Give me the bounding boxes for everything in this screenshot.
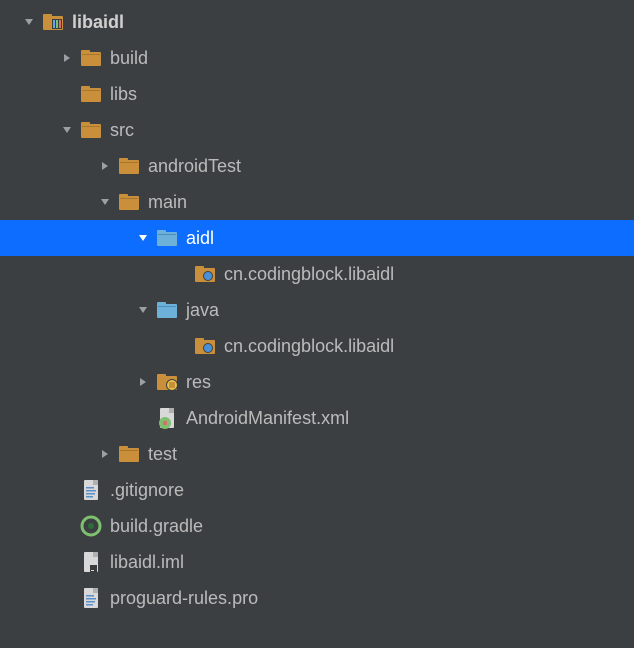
folder-icon bbox=[80, 83, 102, 105]
text-file-icon bbox=[80, 587, 102, 609]
folder-icon bbox=[80, 47, 102, 69]
expand-arrow-right-icon[interactable] bbox=[98, 159, 112, 173]
tree-item[interactable]: proguard-rules.pro bbox=[0, 580, 634, 616]
source-folder-icon bbox=[156, 227, 178, 249]
tree-item-label: test bbox=[148, 444, 177, 465]
tree-item[interactable]: libs bbox=[0, 76, 634, 112]
tree-item-label: .gitignore bbox=[110, 480, 184, 501]
folder-icon bbox=[118, 443, 140, 465]
folder-icon bbox=[118, 155, 140, 177]
text-file-icon bbox=[80, 479, 102, 501]
tree-item-label: src bbox=[110, 120, 134, 141]
expand-arrow-down-icon[interactable] bbox=[136, 231, 150, 245]
tree-item-label: java bbox=[186, 300, 219, 321]
tree-item-label: libs bbox=[110, 84, 137, 105]
tree-item-label: androidTest bbox=[148, 156, 241, 177]
expand-arrow-down-icon[interactable] bbox=[98, 195, 112, 209]
expand-arrow-down-icon[interactable] bbox=[136, 303, 150, 317]
package-icon bbox=[194, 263, 216, 285]
tree-item-label: res bbox=[186, 372, 211, 393]
tree-item[interactable]: test bbox=[0, 436, 634, 472]
tree-item-label: main bbox=[148, 192, 187, 213]
tree-item-label: libaidl bbox=[72, 12, 124, 33]
iml-file-icon bbox=[80, 551, 102, 573]
tree-item-label: build bbox=[110, 48, 148, 69]
tree-item[interactable]: libaidl bbox=[0, 4, 634, 40]
tree-item-label: AndroidManifest.xml bbox=[186, 408, 349, 429]
tree-item[interactable]: androidTest bbox=[0, 148, 634, 184]
tree-item[interactable]: .gitignore bbox=[0, 472, 634, 508]
folder-icon bbox=[80, 119, 102, 141]
tree-item[interactable]: build.gradle bbox=[0, 508, 634, 544]
project-tree: libaidlbuildlibssrcandroidTestmainaidlcn… bbox=[0, 4, 634, 616]
tree-item[interactable]: res bbox=[0, 364, 634, 400]
tree-item[interactable]: main bbox=[0, 184, 634, 220]
manifest-file-icon bbox=[156, 407, 178, 429]
expand-arrow-down-icon[interactable] bbox=[22, 15, 36, 29]
tree-item[interactable]: aidl bbox=[0, 220, 634, 256]
module-folder-icon bbox=[42, 11, 64, 33]
source-folder-icon bbox=[156, 299, 178, 321]
folder-icon bbox=[118, 191, 140, 213]
tree-item[interactable]: cn.codingblock.libaidl bbox=[0, 328, 634, 364]
tree-item-label: proguard-rules.pro bbox=[110, 588, 258, 609]
tree-item-label: cn.codingblock.libaidl bbox=[224, 264, 394, 285]
tree-item[interactable]: src bbox=[0, 112, 634, 148]
package-icon bbox=[194, 335, 216, 357]
gradle-file-icon bbox=[80, 515, 102, 537]
expand-arrow-right-icon[interactable] bbox=[98, 447, 112, 461]
res-folder-icon bbox=[156, 371, 178, 393]
expand-arrow-down-icon[interactable] bbox=[60, 123, 74, 137]
expand-arrow-right-icon[interactable] bbox=[60, 51, 74, 65]
tree-item-label: build.gradle bbox=[110, 516, 203, 537]
tree-item[interactable]: build bbox=[0, 40, 634, 76]
tree-item[interactable]: AndroidManifest.xml bbox=[0, 400, 634, 436]
tree-item[interactable]: java bbox=[0, 292, 634, 328]
tree-item-label: cn.codingblock.libaidl bbox=[224, 336, 394, 357]
tree-item[interactable]: libaidl.iml bbox=[0, 544, 634, 580]
tree-item-label: libaidl.iml bbox=[110, 552, 184, 573]
expand-arrow-right-icon[interactable] bbox=[136, 375, 150, 389]
tree-item-label: aidl bbox=[186, 228, 214, 249]
tree-item[interactable]: cn.codingblock.libaidl bbox=[0, 256, 634, 292]
